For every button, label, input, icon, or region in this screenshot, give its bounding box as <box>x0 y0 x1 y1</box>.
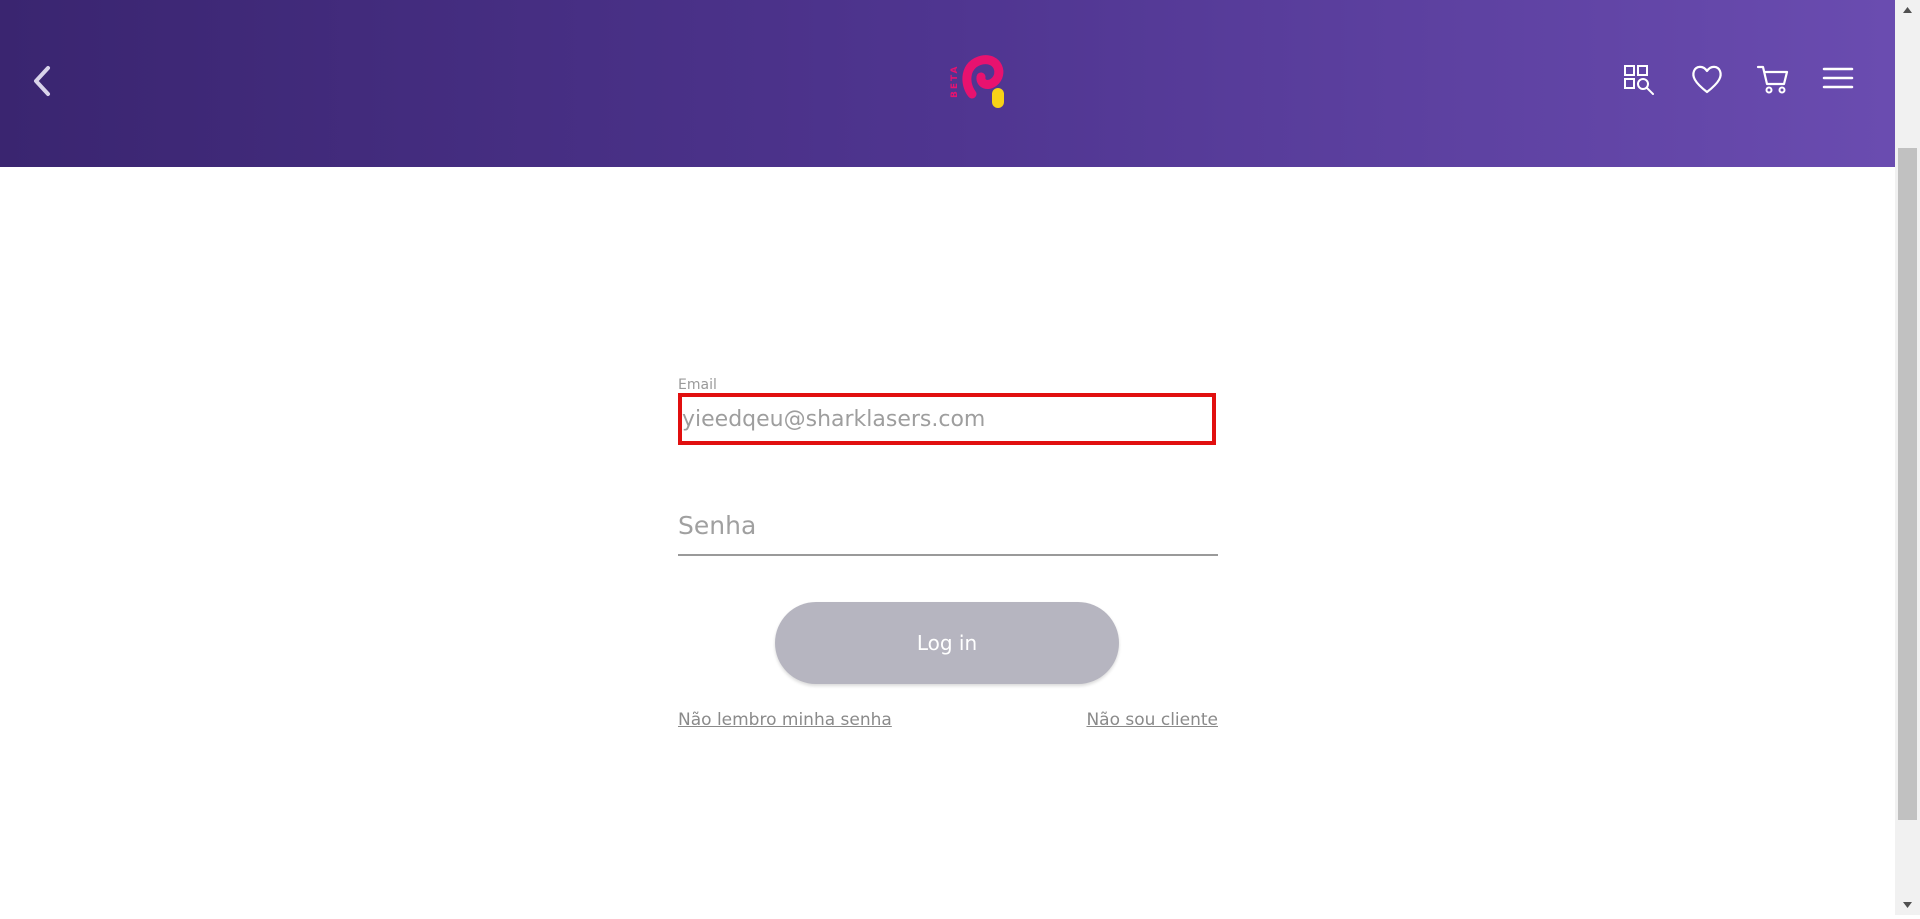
category-search-button[interactable] <box>1620 60 1658 98</box>
menu-button[interactable] <box>1819 60 1857 98</box>
back-button[interactable] <box>28 62 58 100</box>
not-client-link[interactable]: Não sou cliente <box>1086 710 1218 730</box>
grid-search-icon <box>1624 65 1654 95</box>
email-label: Email <box>678 377 717 393</box>
email-field-highlight <box>678 393 1216 445</box>
chevron-left-icon <box>34 66 50 96</box>
forgot-password-link[interactable]: Não lembro minha senha <box>678 710 892 730</box>
logo[interactable]: BETA <box>950 48 1016 114</box>
top-header: BETA <box>0 0 1895 167</box>
scroll-up-arrow[interactable] <box>1895 0 1920 20</box>
heart-icon <box>1692 65 1722 94</box>
login-button[interactable]: Log in <box>775 602 1119 684</box>
scroll-thumb[interactable] <box>1898 148 1917 820</box>
menu-icon <box>1822 67 1854 89</box>
cart-button[interactable] <box>1754 60 1792 98</box>
cart-icon <box>1756 65 1789 94</box>
scroll-down-arrow[interactable] <box>1895 895 1920 915</box>
brand-logo-icon <box>962 55 1004 108</box>
favorites-button[interactable] <box>1688 60 1726 98</box>
password-field <box>678 498 1218 556</box>
triangle-up-icon <box>1903 7 1912 13</box>
password-input[interactable] <box>678 498 1218 552</box>
vertical-scrollbar[interactable] <box>1895 0 1920 915</box>
email-input[interactable] <box>682 397 1212 441</box>
triangle-down-icon <box>1903 902 1912 908</box>
